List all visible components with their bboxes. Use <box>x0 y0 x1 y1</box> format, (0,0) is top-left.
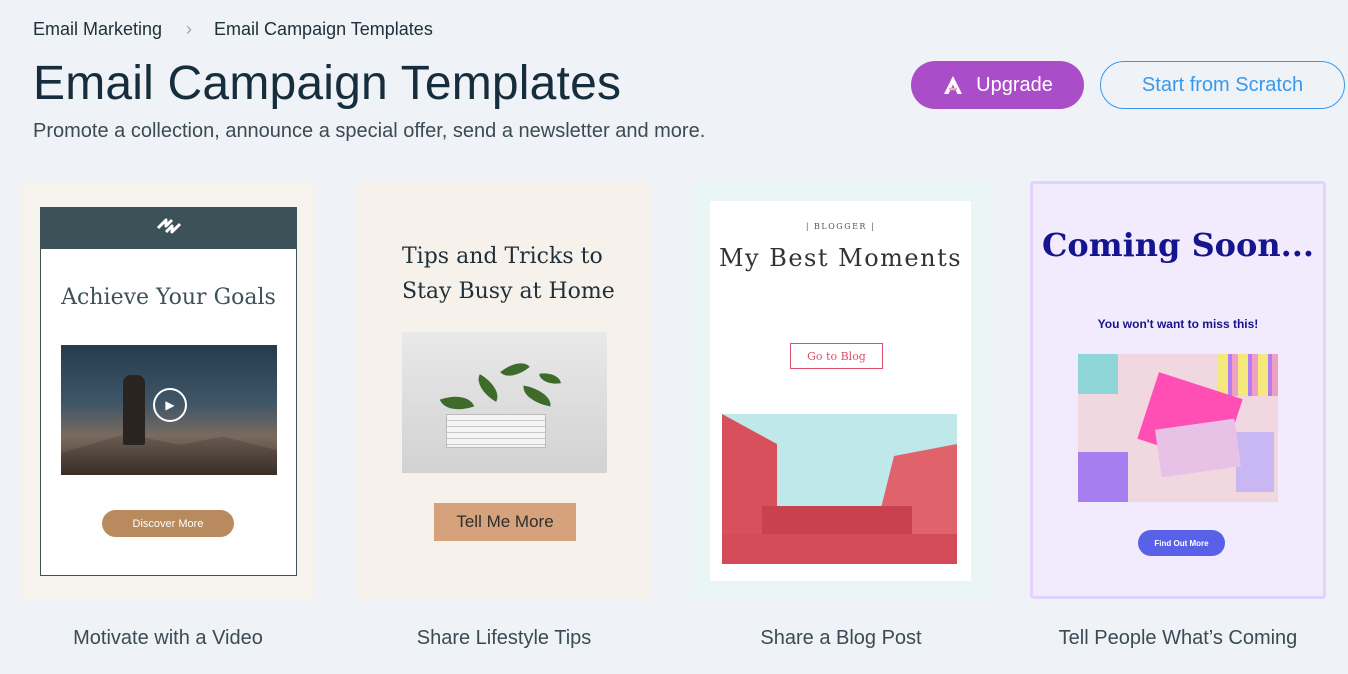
breadcrumb: Email Marketing › Email Campaign Templat… <box>33 19 433 40</box>
leaf-image <box>520 385 554 407</box>
preview-heading: Achieve Your Goals <box>61 285 276 310</box>
leaf-image <box>439 389 475 417</box>
box-shape <box>1078 452 1128 502</box>
template-label[interactable]: Share a Blog Post <box>693 627 989 650</box>
preview-cta-button: Find Out More <box>1138 530 1225 556</box>
leaf-image <box>539 370 561 387</box>
preview-cta-button: Go to Blog <box>790 343 883 369</box>
email-preview-frame: | BLOGGER | My Best Moments Go to Blog <box>710 201 971 581</box>
template-label[interactable]: Share Lifestyle Tips <box>356 627 652 650</box>
bridge-shape <box>762 506 912 536</box>
upgrade-button[interactable]: Upgrade <box>911 61 1084 109</box>
gift-boxes-image <box>1078 354 1278 502</box>
plant-books-image <box>402 332 607 473</box>
card-shape <box>1155 418 1241 478</box>
mountain-image <box>61 433 277 475</box>
upgrade-label: Upgrade <box>976 73 1053 96</box>
box-shape <box>1236 432 1274 492</box>
preview-cta-button: Tell Me More <box>434 503 576 541</box>
books-image <box>446 414 546 448</box>
logo-icon <box>155 216 183 241</box>
box-shape <box>1078 354 1118 394</box>
preview-heading: My Best Moments <box>718 244 963 272</box>
email-header-bar <box>41 208 296 249</box>
page-title: Email Campaign Templates <box>33 57 622 110</box>
breadcrumb-email-marketing[interactable]: Email Marketing <box>33 19 162 40</box>
premium-a-icon <box>942 74 964 96</box>
video-thumbnail: ▶ <box>61 345 277 475</box>
start-from-scratch-button[interactable]: Start from Scratch <box>1100 61 1345 109</box>
preview-heading: Coming Soon... <box>1041 226 1315 264</box>
breadcrumb-current: Email Campaign Templates <box>214 19 433 39</box>
box-shape <box>1218 354 1278 396</box>
page-subtitle: Promote a collection, announce a special… <box>33 120 706 142</box>
floor-shape <box>722 534 957 564</box>
preview-tagline: You won't want to miss this! <box>1097 317 1259 331</box>
template-card-lifestyle[interactable]: Tips and Tricks to Stay Busy at Home Tel… <box>356 181 652 599</box>
preview-tag: | BLOGGER | <box>805 222 876 231</box>
play-icon: ▶ <box>153 388 187 422</box>
template-card-coming-soon[interactable]: Coming Soon... You won't want to miss th… <box>1030 181 1326 599</box>
template-label[interactable]: Tell People What’s Coming <box>1030 627 1326 650</box>
email-preview-frame: Achieve Your Goals ▶ Discover More <box>40 207 297 576</box>
architecture-image <box>722 414 957 564</box>
preview-cta-button: Discover More <box>102 510 234 537</box>
template-label[interactable]: Motivate with a Video <box>20 627 316 650</box>
leaf-image <box>471 374 505 402</box>
leaf-image <box>500 355 530 384</box>
chevron-right-icon: › <box>186 19 193 39</box>
preview-heading: Tips and Tricks to Stay Busy at Home <box>402 244 615 304</box>
hiker-image <box>123 375 145 445</box>
template-card-video[interactable]: Achieve Your Goals ▶ Discover More <box>20 181 316 599</box>
template-card-blog[interactable]: | BLOGGER | My Best Moments Go to Blog <box>693 181 989 599</box>
